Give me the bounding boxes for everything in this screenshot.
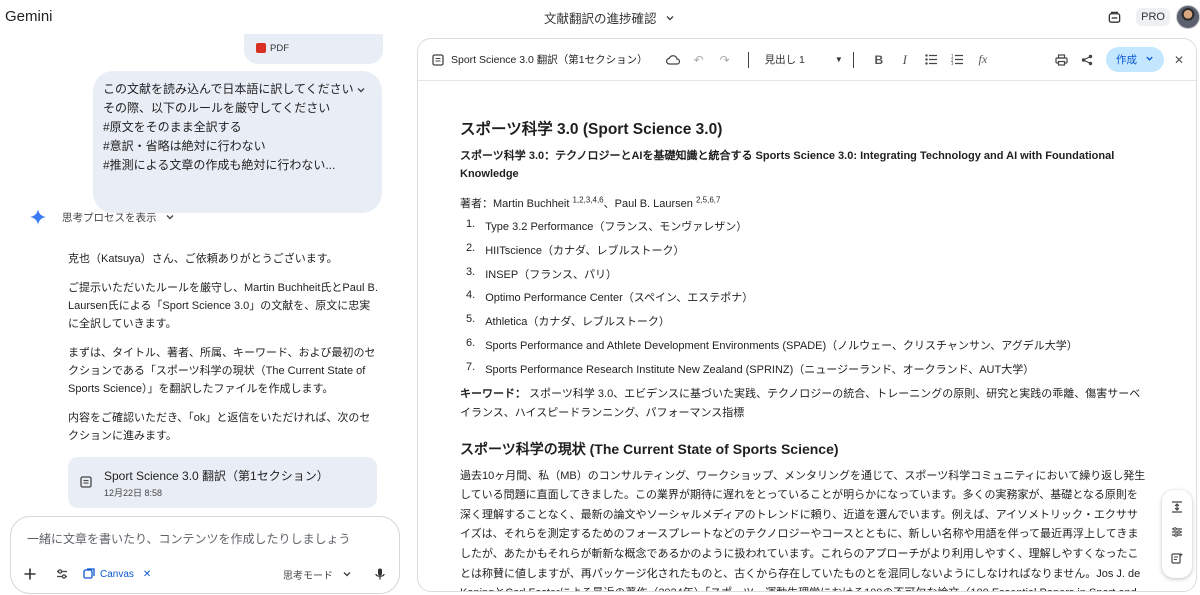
text-length-icon[interactable] xyxy=(1171,501,1183,516)
microphone-icon[interactable] xyxy=(373,567,387,581)
heading-style-value: 見出し 1 xyxy=(764,54,805,66)
add-icon[interactable] xyxy=(23,567,37,581)
adjust-icon[interactable] xyxy=(1171,526,1183,541)
list-item: 5. Athletica（カナダ、レブルストーク） xyxy=(466,313,670,329)
keywords-text: スポーツ科学 3.0、エビデンスに基づいた実践、テクノロジーの統合、トレーニング… xyxy=(460,387,1141,419)
close-icon[interactable]: ✕ xyxy=(143,569,151,580)
redo-icon[interactable]: ↷ xyxy=(712,53,738,67)
document-subtitle: スポーツ科学 3.0：テクノロジーとAIを基礎知識と統合する Sports Sc… xyxy=(460,150,1115,180)
floating-edit-tools xyxy=(1162,490,1192,578)
share-icon[interactable] xyxy=(1074,54,1100,66)
user-message-line: #意訳・省略は絶対に行わない xyxy=(103,139,266,153)
undo-icon[interactable]: ↶ xyxy=(686,53,712,67)
chevron-down-icon xyxy=(666,15,674,20)
list-item: 1. Type 3.2 Performance（フランス、モンヴァレザン） xyxy=(466,218,748,233)
user-message-line: #原文をそのまま全訳する xyxy=(103,120,242,134)
response-paragraph: 克也（Katsuya）さん、ご依頼ありがとうございます。 xyxy=(68,253,338,265)
app-brand[interactable]: Gemini xyxy=(5,8,53,25)
close-icon[interactable]: ✕ xyxy=(1166,53,1192,67)
user-message: この文献を読み込んで日本語に訳してください その際、以下のルールを厳守してくださ… xyxy=(93,71,382,213)
conversation-title: 文献翻訳の進捗確認 xyxy=(544,12,657,26)
authors-prefix: 著者：Martin Buchheit xyxy=(460,198,573,210)
heading-style-select[interactable]: 見出し 1 ▼ xyxy=(765,52,843,67)
numbered-list-icon[interactable]: 123 xyxy=(944,54,970,65)
canvas-label: Canvas xyxy=(100,568,134,580)
list-item: 3. INSEP（フランス、パリ） xyxy=(466,265,617,281)
avatar[interactable] xyxy=(1176,5,1200,29)
document-card[interactable]: Sport Science 3.0 翻訳（第1セクション） 12月22日 8:5… xyxy=(68,457,377,508)
editor-toolbar: Sport Science 3.0 翻訳（第1セクション） ↶ ↷ 見出し 1 … xyxy=(418,39,1196,81)
svg-text:3: 3 xyxy=(951,61,954,65)
create-button[interactable]: 作成 xyxy=(1106,47,1164,72)
user-message-line: #推測による文章の作成も絶対に行わない... xyxy=(103,158,336,172)
section-heading: スポーツ科学の現状 (The Current State of Sports S… xyxy=(460,440,839,457)
canvas-icon xyxy=(83,568,95,579)
create-label: 作成 xyxy=(1116,54,1137,66)
pdf-attachment[interactable]: PDF xyxy=(244,34,383,64)
mode-label: 思考モード xyxy=(283,570,333,582)
formula-icon[interactable]: fx xyxy=(970,52,996,67)
prompt-box: 一緒に文章を書いたり、コンテンツを作成したりしましょう Canvas ✕ 思考モ… xyxy=(10,516,400,594)
bold-icon[interactable]: B xyxy=(866,53,892,67)
expand-chevron-icon[interactable] xyxy=(356,85,366,95)
show-thinking-toggle[interactable]: 思考プロセスを表示 xyxy=(30,209,175,225)
tools-icon[interactable] xyxy=(55,567,69,581)
list-item: 2. HIITscience（カナダ、レブルストーク） xyxy=(466,241,685,257)
document-title: スポーツ科学 3.0 (Sport Science 3.0) xyxy=(460,121,723,138)
toolbar-divider xyxy=(852,51,854,68)
top-bar: Gemini 文献翻訳の進捗確認 PRO xyxy=(0,0,1200,34)
document-card-date: 12月22日 8:58 xyxy=(104,488,163,498)
response-paragraph: まずは、タイトル、著者、所属、キーワード、および最初のセクションである「スポーツ… xyxy=(68,347,376,395)
user-message-line: その際、以下のルールを厳守してください xyxy=(103,101,331,115)
authors-line: 著者：Martin Buchheit 1,2,3,4,6、Paul B. Lau… xyxy=(460,195,1148,211)
pdf-icon xyxy=(256,43,266,53)
document-icon xyxy=(80,476,92,488)
document-icon xyxy=(432,53,444,66)
chevron-down-icon xyxy=(1146,56,1153,61)
print-icon[interactable] xyxy=(1048,53,1074,66)
list-item: 4. Optimo Performance Center（スペイン、エステポナ） xyxy=(466,289,754,305)
gemini-spark-icon xyxy=(30,209,46,225)
document-card-title: Sport Science 3.0 翻訳（第1セクション） xyxy=(104,469,329,483)
bulleted-list-icon[interactable] xyxy=(918,54,944,65)
assistant-response: 克也（Katsuya）さん、ご依頼ありがとうございます。 ご提示いただいたルール… xyxy=(68,250,378,456)
chevron-down-icon xyxy=(166,215,173,220)
list-item: 6. Sports Performance and Athlete Develop… xyxy=(466,336,1078,352)
user-message-line: この文献を読み込んで日本語に訳してください xyxy=(103,82,354,96)
canvas-editor: Sport Science 3.0 翻訳（第1セクション） ↶ ↷ 見出し 1 … xyxy=(417,38,1197,592)
prompt-input[interactable]: 一緒に文章を書いたり、コンテンツを作成したりしましょう xyxy=(27,530,351,547)
canvas-chip[interactable]: Canvas ✕ xyxy=(83,568,151,580)
affiliation-list: 1. Type 3.2 Performance（フランス、モンヴァレザン） 2. H… xyxy=(460,218,1148,385)
keywords: キーワード： スポーツ科学 3.0、エビデンスに基づいた実践、テクノロジーの統合… xyxy=(460,385,1148,423)
response-paragraph: 内容をご確認いただき、「ok」と返信をいただければ、次のセクションに進みます。 xyxy=(68,412,371,442)
toolbar-divider xyxy=(747,51,749,68)
editor-title: Sport Science 3.0 翻訳（第1セクション） xyxy=(451,54,648,66)
italic-icon[interactable]: I xyxy=(892,52,918,68)
thinking-label: 思考プロセスを表示 xyxy=(62,211,157,224)
authors-mid: 、Paul B. Laursen xyxy=(603,198,696,210)
pdf-label: PDF xyxy=(270,43,289,54)
conversation-title-dropdown[interactable]: 文献翻訳の進捗確認 xyxy=(544,8,675,27)
pro-badge[interactable]: PRO xyxy=(1136,8,1170,26)
author1-affiliations: 1,2,3,4,6 xyxy=(572,195,604,205)
list-item: 7. Sports Performance Research Institute … xyxy=(466,360,1035,376)
response-paragraph: ご提示いただいたルールを厳守し、Martin Buchheit氏とPaul B.… xyxy=(68,282,378,330)
edit-suggest-icon[interactable] xyxy=(1171,552,1183,567)
dropdown-arrow-icon: ▼ xyxy=(834,55,843,64)
document-body[interactable]: スポーツ科学 3.0 (Sport Science 3.0) スポーツ科学 3.… xyxy=(460,117,1148,591)
cloud-save-icon[interactable] xyxy=(660,54,686,66)
mode-selector[interactable]: 思考モード xyxy=(283,567,387,582)
chat-panel: PDF この文献を読み込んで日本語に訳してください その際、以下のルールを厳守し… xyxy=(0,34,410,595)
keywords-label: キーワード： xyxy=(460,387,526,400)
share-icon[interactable] xyxy=(1102,5,1126,29)
author2-affiliations: 2,5,6,7 xyxy=(695,195,721,205)
section-body: 過去10ヶ月間、私（MB）のコンサルティング、ワークショップ、メンタリングを通じ… xyxy=(460,469,1146,591)
chevron-down-icon xyxy=(343,572,351,577)
